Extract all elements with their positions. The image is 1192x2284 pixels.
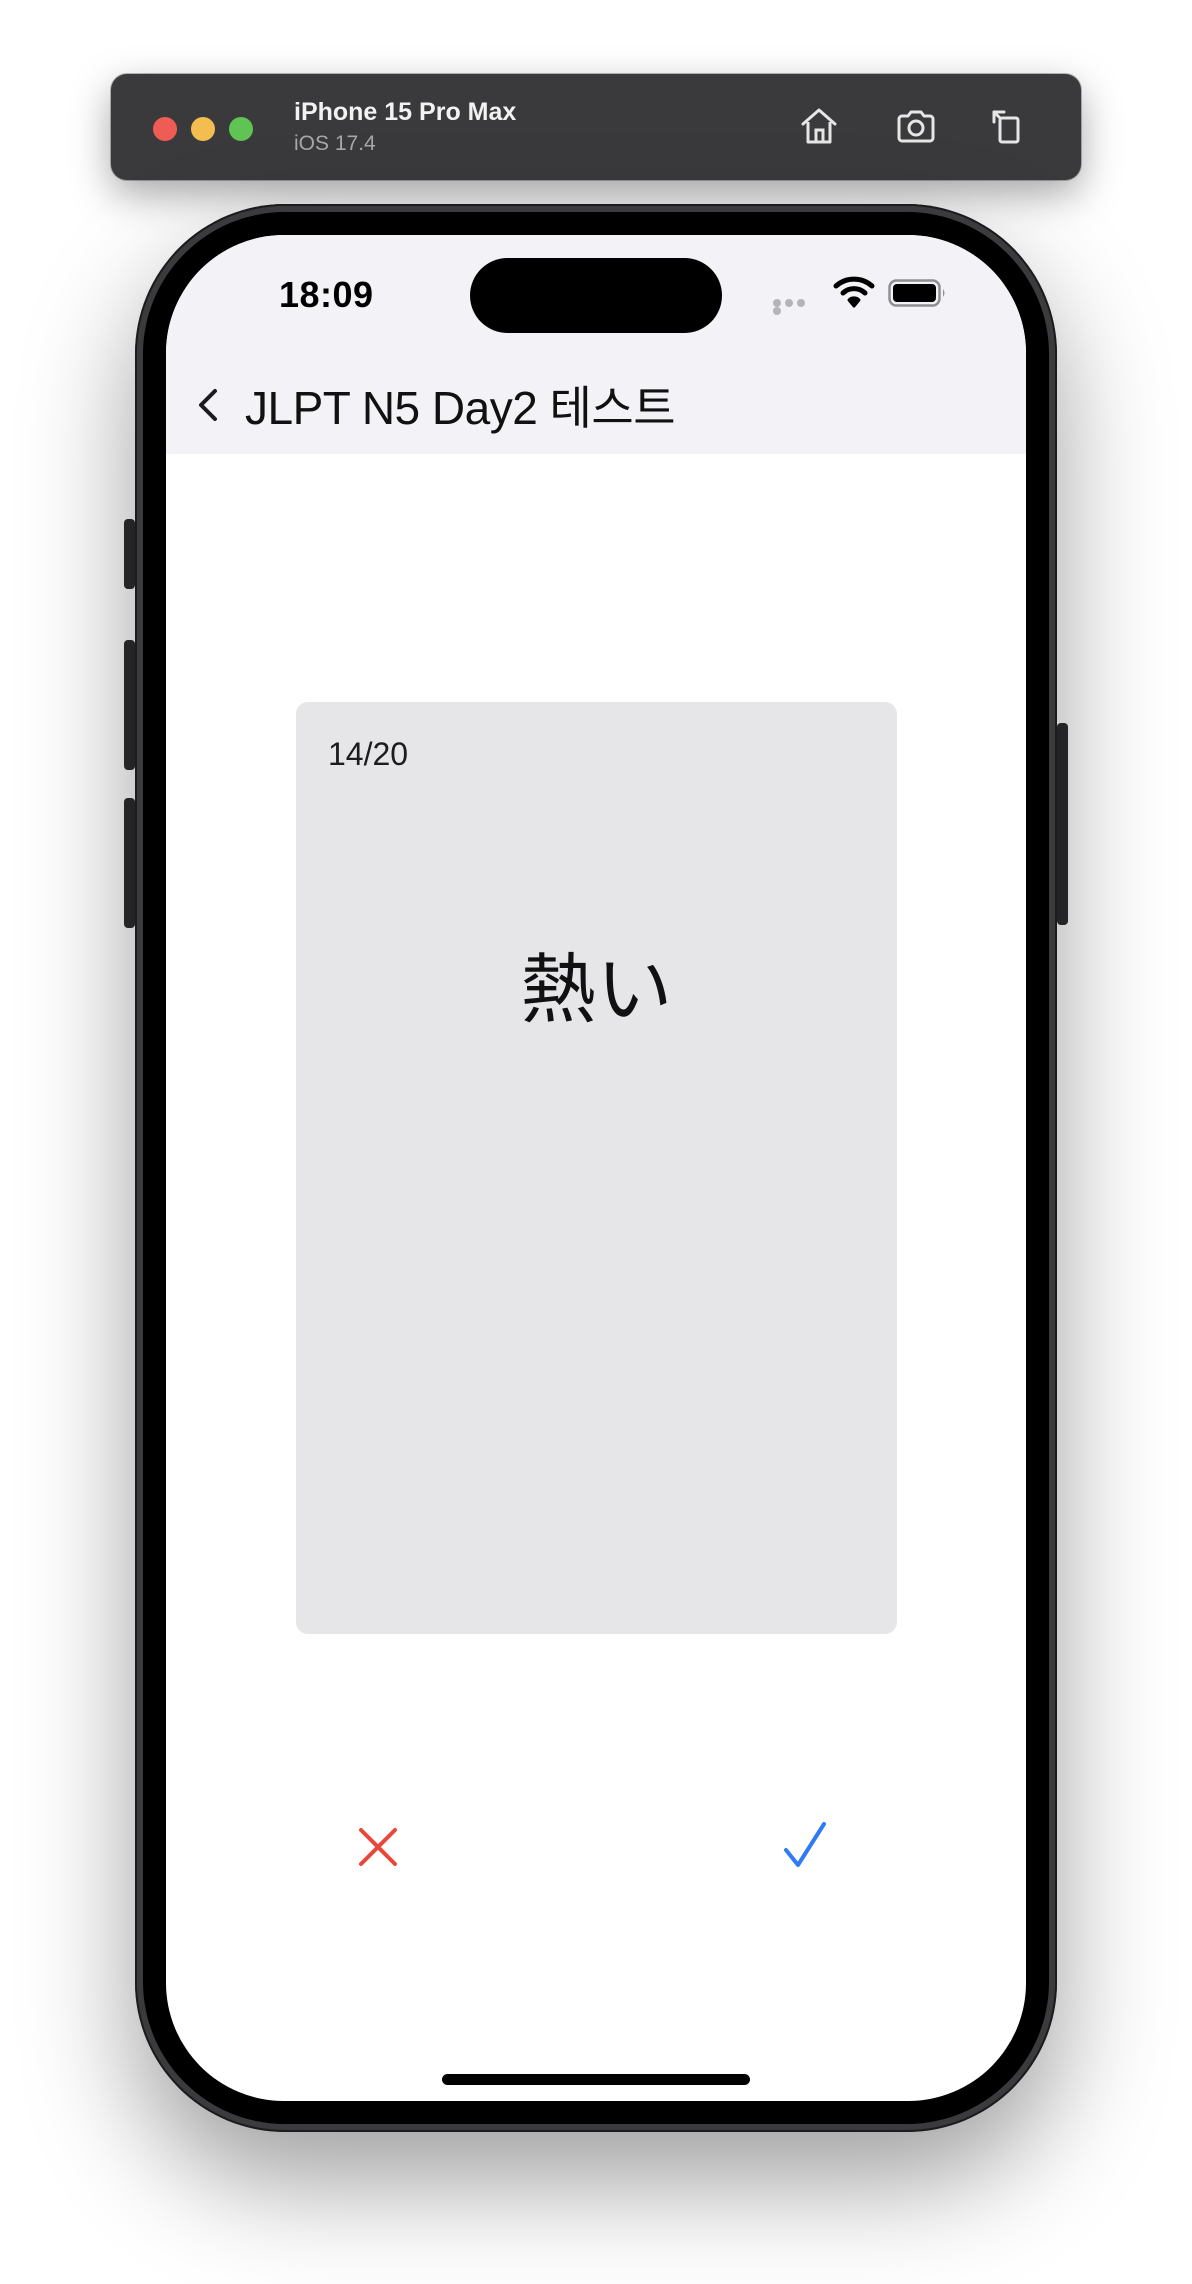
- volume-down-button: [124, 798, 135, 928]
- home-icon: [801, 108, 837, 144]
- action-button: [124, 519, 135, 589]
- home-indicator[interactable]: [442, 2074, 750, 2085]
- back-button[interactable]: [188, 377, 228, 433]
- navigation-area: 18:09 JLPT N5 Day2 테스트: [166, 235, 1026, 454]
- rotate-icon: [992, 110, 1020, 144]
- correct-answer-button[interactable]: [762, 1804, 848, 1890]
- chevron-left-icon: [199, 389, 217, 421]
- screenshot-icon: [897, 110, 935, 143]
- x-mark-icon: [359, 1828, 397, 1866]
- rotate-button[interactable]: [984, 102, 1032, 150]
- simulator-device-name: iPhone 15 Pro Max: [294, 98, 517, 126]
- wifi-icon: [833, 276, 875, 308]
- battery-icon: [888, 279, 945, 307]
- phone-screen: 18:09 JLPT N5 Day2 테스트 14/20 熱い: [166, 235, 1026, 2101]
- simulator-os-version: iOS 17.4: [294, 132, 376, 155]
- card-progress: 14/20: [328, 736, 409, 772]
- minimize-window-button[interactable]: [191, 117, 215, 141]
- checkmark-icon: [784, 1822, 826, 1867]
- cellular-signal-icon: [773, 299, 819, 315]
- simulator-title-bar: iPhone 15 Pro Max iOS 17.4: [111, 74, 1081, 180]
- home-button[interactable]: [795, 102, 843, 150]
- screenshot-button[interactable]: [892, 102, 940, 150]
- flash-card[interactable]: 14/20 熱い: [296, 702, 897, 1634]
- zoom-window-button[interactable]: [229, 117, 253, 141]
- status-time: 18:09: [279, 274, 374, 315]
- dynamic-island: [470, 258, 722, 333]
- wrong-answer-button[interactable]: [335, 1804, 421, 1890]
- close-window-button[interactable]: [153, 117, 177, 141]
- page-title: JLPT N5 Day2 테스트: [245, 382, 676, 434]
- card-word: 熱い: [520, 948, 673, 1033]
- volume-up-button: [124, 640, 135, 770]
- power-button: [1057, 723, 1068, 925]
